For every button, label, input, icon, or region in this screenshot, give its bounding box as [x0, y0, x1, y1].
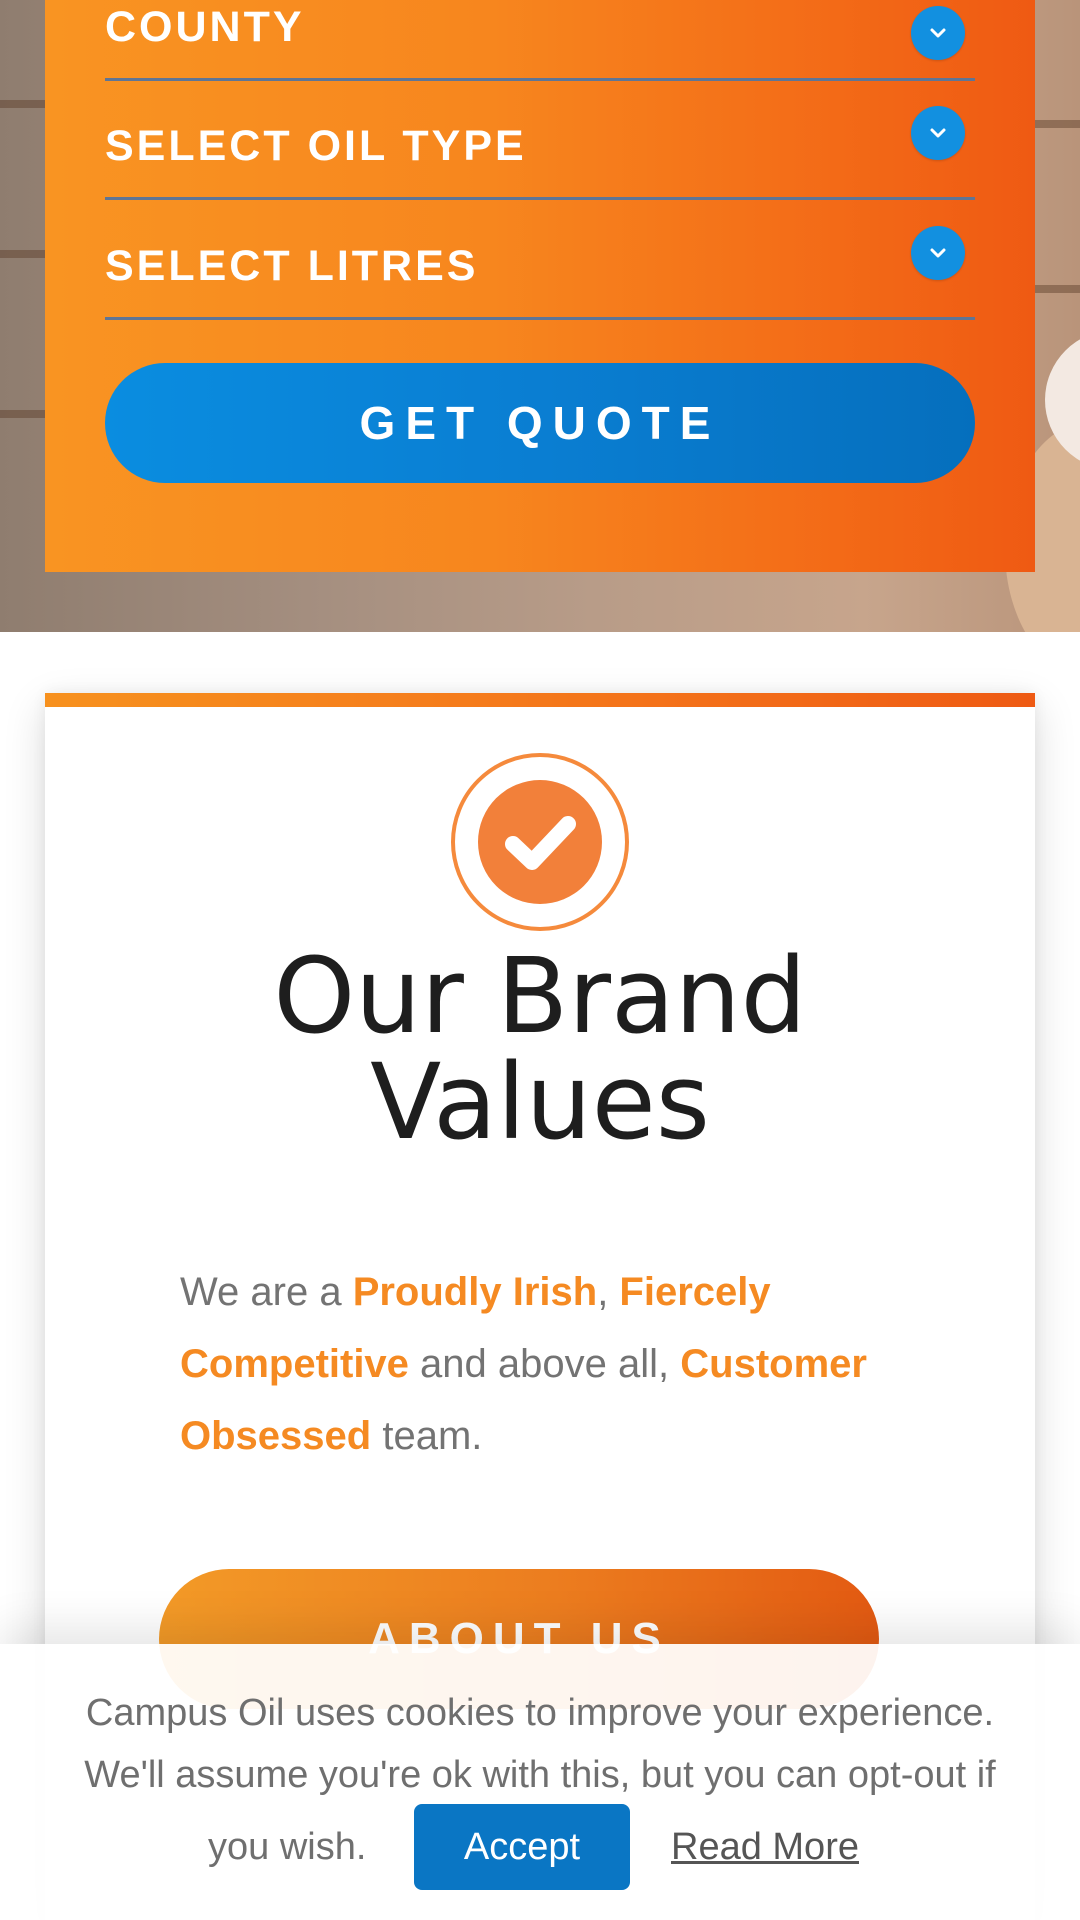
cookie-consent-banner: Campus Oil uses cookies to improve your …: [0, 1644, 1080, 1920]
cookie-actions: you wish. Accept Read More: [0, 1804, 1080, 1892]
brand-text-part: ,: [597, 1270, 620, 1314]
accept-cookies-button-label: Accept: [463, 1826, 581, 1868]
brand-values-title: Our Brand Values: [45, 943, 1035, 1155]
chevron-down-icon[interactable]: [911, 106, 965, 160]
cookie-message-line1: Campus Oil uses cookies to improve your …: [85, 1692, 995, 1734]
read-more-link[interactable]: Read More: [671, 1826, 859, 1869]
litres-select[interactable]: SELECT LITRES: [105, 199, 975, 320]
accept-cookies-button[interactable]: Accept: [414, 1804, 630, 1890]
county-select[interactable]: COUNTY: [105, 0, 975, 81]
quote-form-panel: COUNTY SELECT OIL TYPE SELECT LITRES GET…: [45, 0, 1035, 572]
get-quote-button-label: GET QUOTE: [359, 397, 721, 449]
get-quote-button[interactable]: GET QUOTE: [105, 363, 975, 483]
card-accent-bar: [45, 693, 1035, 707]
cookie-message-line3: you wish.: [208, 1826, 367, 1868]
oil-type-select-label: SELECT OIL TYPE: [105, 122, 527, 170]
chevron-down-icon[interactable]: [911, 6, 965, 60]
county-select-label: COUNTY: [105, 3, 305, 51]
brand-values-description: We are a Proudly Irish, Fiercely Competi…: [180, 1256, 880, 1472]
litres-select-label: SELECT LITRES: [105, 242, 479, 290]
brand-text-part: We are a: [180, 1270, 353, 1314]
chevron-down-icon[interactable]: [911, 226, 965, 280]
cookie-message-line2: We'll assume you're ok with this, but yo…: [84, 1754, 996, 1796]
brand-values-title-line1: Our Brand: [273, 935, 807, 1057]
checkmark-circle-icon: [450, 752, 630, 932]
brand-text-part: team.: [371, 1414, 483, 1458]
brand-text-part: and above all,: [408, 1342, 681, 1386]
brand-highlight-proudly-irish: Proudly Irish: [352, 1270, 598, 1314]
cookie-message: Campus Oil uses cookies to improve your …: [0, 1682, 1080, 1806]
oil-type-select[interactable]: SELECT OIL TYPE: [105, 79, 975, 200]
brand-values-title-line2: Values: [370, 1041, 710, 1163]
